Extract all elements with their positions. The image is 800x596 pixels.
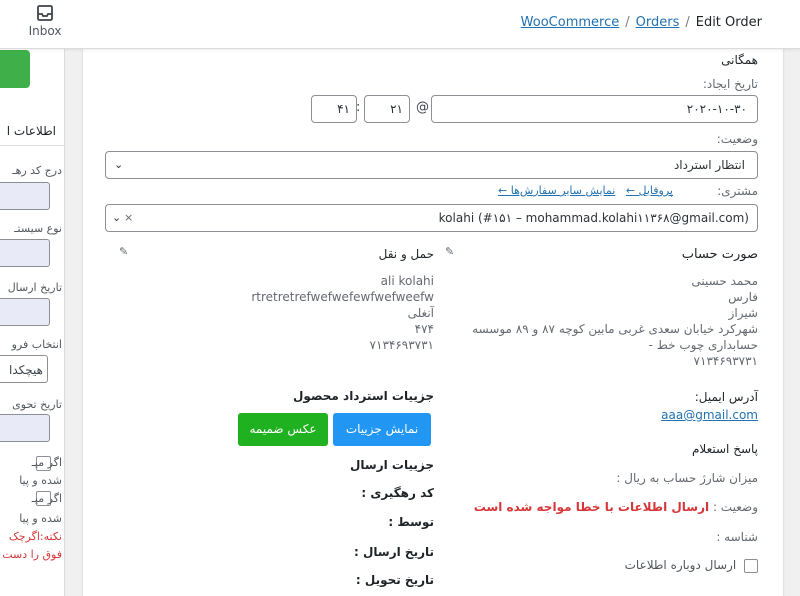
- system-type-label: نوع سیستـ: [14, 222, 62, 235]
- breadcrumb-current: Edit Order: [695, 15, 762, 30]
- update-button[interactable]: [0, 50, 30, 88]
- breadcrumb-woocommerce[interactable]: WooCommerce: [521, 15, 620, 30]
- status-label: وضعیت:: [716, 132, 758, 146]
- breadcrumb: WooCommerce / Orders / Edit Order: [520, 15, 762, 30]
- customer-label: مشتری:: [717, 184, 758, 198]
- send-date-label: تاریخ ارسال :: [354, 545, 434, 559]
- other-orders-link[interactable]: نمایش سایر سفارش‌ها ←: [498, 184, 615, 197]
- customer-value: kolahi (#۱۵۱ – mohammad.kolahi۱۱۳۶۸@gmai…: [438, 211, 749, 225]
- profile-link[interactable]: پروفایل ←: [626, 184, 673, 197]
- customer-select[interactable]: kolahi (#۱۵۱ – mohammad.kolahi۱۱۳۶۸@gmai…: [105, 204, 758, 232]
- attachment-button[interactable]: عکس ضمیمه: [238, 413, 328, 446]
- top-bar: Inbox WooCommerce / Orders / Edit Order: [0, 0, 800, 49]
- notify-label-2b: شده و پیا: [19, 512, 62, 525]
- email-link[interactable]: aaa@gmail.com: [661, 408, 758, 422]
- inquiry-status-error: ارسال اطلاعات با خطا مواجه شده است: [473, 500, 710, 514]
- store-select-label: انتخاب فرو: [11, 338, 62, 351]
- inbox-icon: [37, 5, 53, 21]
- delivery-date-input[interactable]: [0, 414, 50, 442]
- store-select[interactable]: هیچکدا: [0, 355, 48, 383]
- refund-heading: جزییات استرداد محصول: [293, 389, 434, 403]
- tracking-code-label: درج کد رهـ: [12, 164, 62, 177]
- send-details-heading: جزییات ارسال: [350, 458, 434, 472]
- billing-city: شیراز: [728, 306, 758, 320]
- edit-shipping-pencil-icon[interactable]: ✎: [119, 245, 129, 258]
- general-heading: همگانی: [721, 53, 758, 67]
- resend-checkbox[interactable]: [744, 558, 758, 573]
- email-label: آدرس ایمیل:: [694, 390, 758, 404]
- send-date-label: تاریخ ارسال: [7, 281, 62, 294]
- status-select[interactable]: انتظار استرداد ⌄: [105, 151, 758, 179]
- billing-street: شهرکرد خیابان سعدی غربی مابین کوچه ۸۷ و …: [472, 322, 758, 352]
- billing-heading: صورت حساب: [681, 247, 758, 262]
- by-label: توسط :: [388, 515, 434, 529]
- delivery-date-label: تاریخ تحویل :: [355, 573, 434, 587]
- shipping-street: rtretretrefwefwefewfwefweefw: [251, 290, 434, 304]
- show-details-button[interactable]: نمایش جزییات: [333, 413, 431, 446]
- tracking-code-input[interactable]: [0, 182, 50, 210]
- inquiry-status-label: وضعیت :: [712, 500, 758, 514]
- send-date-input[interactable]: [0, 298, 50, 326]
- sidebar-title: اطلاعات ا: [6, 124, 56, 138]
- notify-label-1: اگر میـ: [31, 456, 62, 469]
- chevron-down-icon: ⌄: [112, 211, 122, 224]
- shipping-postcode: ۴۷۴: [414, 322, 434, 336]
- notify-label-1b: شده و پیا: [19, 474, 62, 487]
- breadcrumb-orders[interactable]: Orders: [636, 15, 680, 30]
- id-label: شناسه :: [716, 530, 758, 544]
- chevron-down-icon: ⌄: [114, 158, 124, 171]
- resend-row: ارسال دوباره اطلاعات: [625, 558, 758, 573]
- shipping-address: ali kolahi rtretretrefwefwefewfwefweefw …: [214, 273, 434, 353]
- inbox-label: Inbox: [28, 24, 62, 38]
- minute-input[interactable]: ۴۱: [311, 95, 357, 123]
- shipping-city: آنغلی: [407, 306, 434, 320]
- billing-name: محمد حسینی: [691, 274, 758, 288]
- side-metabox: اطلاعات ا درج کد رهـ نوع سیستـ تاریخ ارس…: [0, 48, 65, 596]
- system-type-input[interactable]: [0, 239, 50, 267]
- status-value: انتظار استرداد: [673, 158, 745, 172]
- note-line-1: نکته:اگرچک: [8, 530, 62, 543]
- billing-phone: ۷۱۳۴۶۹۳۷۳۱: [693, 354, 758, 368]
- date-created-input[interactable]: ۲۰۲۰-۱۰-۳۰: [431, 95, 758, 123]
- hour-input[interactable]: ۲۱: [364, 95, 410, 123]
- clear-icon[interactable]: ×: [124, 205, 133, 231]
- tracking-label: کد رهگیری :: [361, 486, 434, 500]
- delivery-date-label: تاریخ تحوی: [12, 398, 62, 411]
- note-line-2: فوق را دست: [2, 548, 62, 561]
- date-created-label: تاریخ ایجاد:: [702, 77, 758, 91]
- at-sign: @: [416, 100, 429, 115]
- scrollbar[interactable]: [794, 48, 800, 596]
- notify-label-2: اگر میـ: [31, 492, 62, 505]
- charge-label: میزان شارژ حساب به ریال :: [616, 471, 758, 485]
- inbox-button[interactable]: Inbox: [22, 4, 68, 38]
- billing-state: فارس: [728, 290, 758, 304]
- billing-address: محمد حسینی فارس شیراز شهرکرد خیابان سعدی…: [468, 273, 758, 369]
- divider: [0, 145, 64, 146]
- customer-links: پروفایل ← نمایش سایر سفارش‌ها ←: [498, 184, 673, 197]
- resend-label: ارسال دوباره اطلاعات: [624, 558, 737, 572]
- inquiry-status: وضعیت : ارسال اطلاعات با خطا مواجه شده ا…: [474, 500, 758, 514]
- inquiry-heading: پاسخ استعلام: [692, 442, 758, 456]
- shipping-heading: حمل و نقل: [378, 247, 434, 261]
- edit-billing-pencil-icon[interactable]: ✎: [445, 245, 455, 258]
- shipping-phone: ۷۱۳۴۶۹۳۷۳۱: [369, 338, 434, 352]
- shipping-name: ali kolahi: [380, 274, 434, 288]
- order-data-panel: همگانی تاریخ ایجاد: ۲۰۲۰-۱۰-۳۰ @ ۲۱ : ۴۱…: [82, 48, 784, 596]
